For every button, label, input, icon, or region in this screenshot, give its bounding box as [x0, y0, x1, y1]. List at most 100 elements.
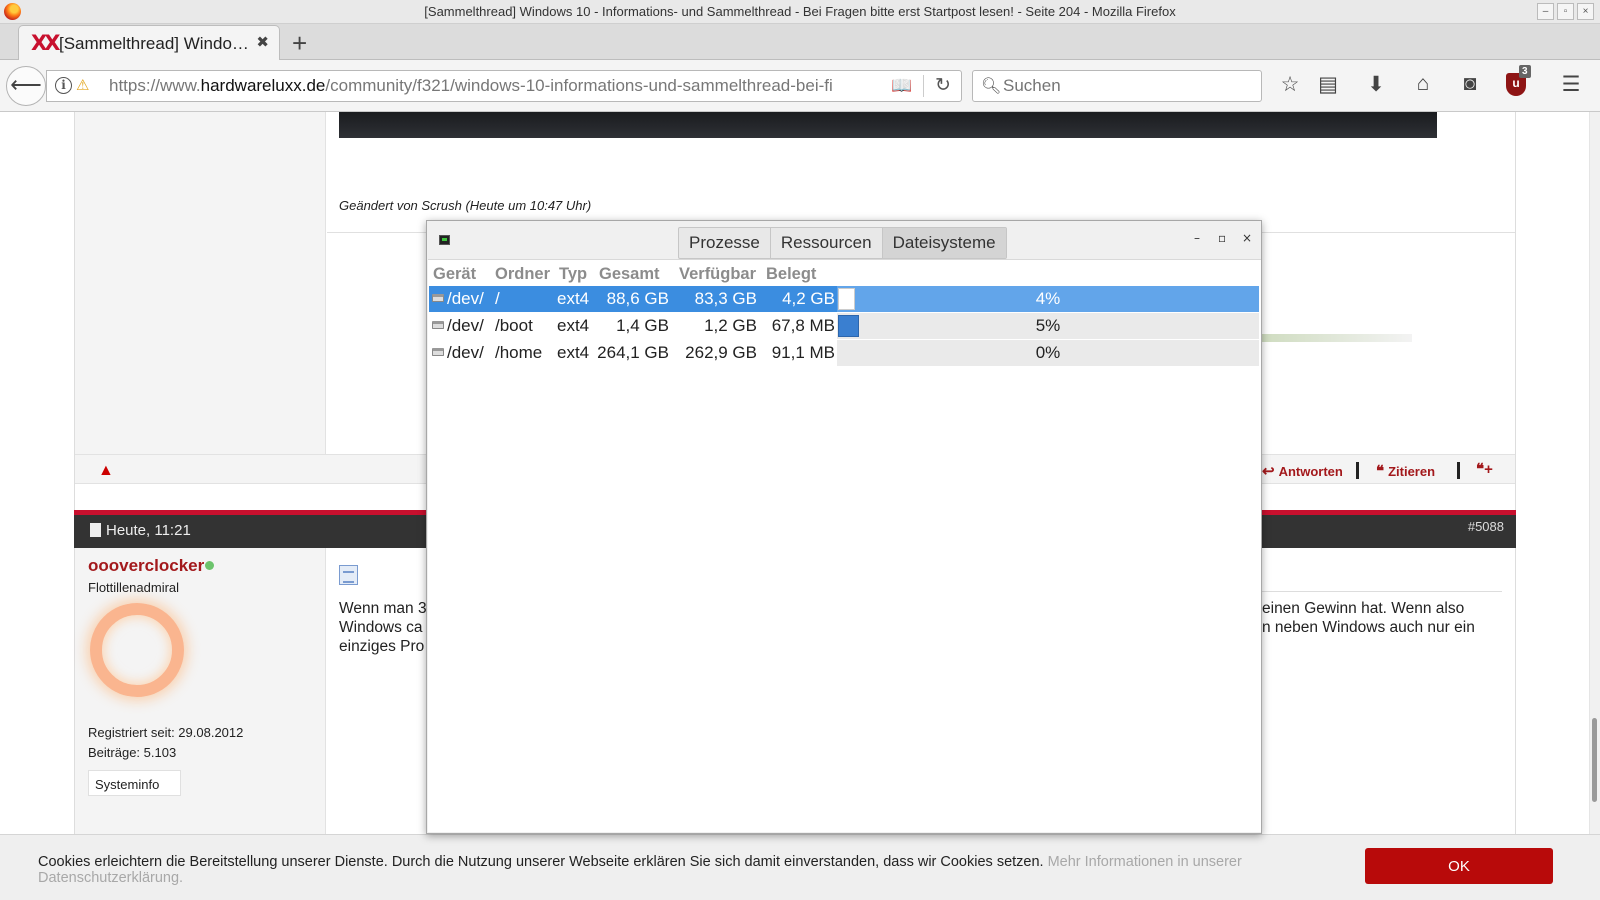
insecure-lock-icon[interactable]: ⚠ — [76, 76, 89, 94]
table-row[interactable]: /dev/ / ext4 88,6 GB 83,3 GB 4,2 GB 4% — [429, 286, 1259, 312]
reader-view-icon[interactable]: 📖 — [891, 76, 912, 96]
url-bar[interactable]: i ⚠ https://www.hardwareluxx.de/communit… — [46, 70, 962, 102]
post-number-link[interactable]: #5088 — [1468, 519, 1504, 534]
cell-folder: / — [495, 289, 500, 308]
registered-since: Registriert seit: 29.08.2012 — [88, 725, 244, 740]
signature-bar — [1262, 334, 1412, 342]
info-icon[interactable]: i — [55, 77, 72, 94]
tab-title: [Sammelthread] Windo… — [59, 34, 249, 53]
back-icon: ⟵ — [10, 72, 42, 97]
monitor-tabbar: Prozesse Ressourcen Dateisysteme — [678, 227, 1007, 259]
cell-used: 91,1 MB — [771, 343, 835, 362]
col-header-used[interactable]: Belegt — [766, 265, 816, 284]
usage-percent: 0% — [1035, 343, 1061, 362]
url-text[interactable]: https://www.hardwareluxx.de/community/f3… — [109, 76, 921, 96]
post-text-line3-left: einziges Pro — [339, 638, 425, 655]
url-separator — [923, 75, 924, 97]
library-icon[interactable]: ▤ — [1314, 72, 1342, 97]
search-bar[interactable]: 🔍︎ — [972, 70, 1262, 102]
bookmark-star-icon[interactable]: ☆ — [1276, 72, 1304, 97]
quote-button[interactable]: ❝ Zitieren — [1376, 462, 1435, 480]
action-separator — [1457, 462, 1460, 479]
maximize-window-button[interactable]: ▫ — [1557, 3, 1574, 20]
col-header-device[interactable]: Gerät — [433, 265, 476, 284]
cell-available: 262,9 GB — [685, 343, 757, 362]
new-tab-button[interactable]: + — [292, 28, 307, 59]
cell-used: 4,2 GB — [782, 289, 835, 308]
cookie-banner: Cookies erleichtern die Bereitstellung u… — [0, 834, 1600, 900]
multiquote-icon: ❝+ — [1476, 461, 1493, 478]
post-changed-note: Geändert von Scrush (Heute um 10:47 Uhr) — [339, 198, 592, 213]
action-separator — [1356, 462, 1359, 479]
minimize-window-button[interactable]: – — [1537, 3, 1554, 20]
hardwareluxx-favicon-icon: XX — [31, 31, 60, 55]
search-input[interactable] — [1003, 75, 1253, 97]
reply-button[interactable]: ↩ Antworten — [1262, 462, 1343, 480]
online-status-icon — [205, 561, 214, 570]
report-post-icon[interactable]: ▲ — [98, 462, 114, 480]
cell-available: 83,3 GB — [694, 289, 757, 308]
table-row[interactable]: /dev/ /home ext4 264,1 GB 262,9 GB 91,1 … — [429, 340, 1259, 366]
drive-icon — [432, 294, 444, 302]
cell-folder: /boot — [495, 316, 533, 335]
cell-device: /dev/ — [447, 343, 484, 362]
close-icon[interactable]: × — [1242, 231, 1252, 245]
col-header-folder[interactable]: Ordner — [495, 265, 550, 284]
avatar[interactable] — [90, 603, 184, 697]
post-count: Beiträge: 5.103 — [88, 745, 177, 760]
cell-type: ext4 — [557, 343, 590, 362]
home-icon[interactable]: ⌂ — [1409, 72, 1437, 96]
quote-label: Zitieren — [1388, 464, 1436, 479]
post-text-line1-left: Wenn man 3 — [339, 600, 427, 617]
table-row[interactable]: /dev/ /boot ext4 1,4 GB 1,2 GB 67,8 MB 5… — [429, 313, 1259, 339]
post-text-line2-right: n neben Windows auch nur ein — [1262, 619, 1475, 636]
post-doc-icon — [90, 523, 101, 537]
col-header-type[interactable]: Typ — [559, 265, 587, 284]
reload-icon[interactable]: ↻ — [935, 74, 951, 97]
maximize-icon[interactable]: ▫ — [1218, 231, 1226, 245]
system-monitor-icon — [439, 235, 450, 245]
reply-label: Antworten — [1278, 464, 1343, 479]
post1-image — [339, 112, 1437, 138]
ublock-icon[interactable]: u3 — [1506, 65, 1531, 96]
cell-total: 1,4 GB — [616, 316, 669, 335]
close-window-button[interactable]: × — [1577, 3, 1594, 20]
url-domain: hardwareluxx.de — [200, 76, 326, 95]
menu-icon[interactable]: ☰ — [1557, 72, 1585, 97]
usage-bar: 4% — [837, 286, 1259, 312]
tab-processes[interactable]: Prozesse — [679, 228, 771, 258]
cell-type: ext4 — [557, 289, 590, 308]
tab-filesystems[interactable]: Dateisysteme — [882, 228, 1006, 258]
cookie-text-block: Cookies erleichtern die Bereitstellung u… — [38, 854, 1328, 886]
post-text-line2-left: Windows ca — [339, 619, 423, 636]
scrollbar-thumb[interactable] — [1592, 718, 1597, 802]
post-text-line1-right: einen Gewinn hat. Wenn also — [1262, 600, 1465, 617]
cell-device: /dev/ — [447, 289, 484, 308]
url-prefix: https://www. — [109, 76, 201, 95]
username-link[interactable]: oooverclocker — [88, 556, 204, 576]
post1-user-panel — [75, 112, 326, 454]
cookie-text: Cookies erleichtern die Bereitstellung u… — [38, 854, 1044, 870]
quote-icon: ❝ — [1376, 463, 1385, 480]
tab-resources[interactable]: Ressourcen — [771, 228, 883, 258]
col-header-total[interactable]: Gesamt — [599, 265, 660, 284]
reply-icon: ↩ — [1262, 463, 1275, 480]
post-document-icon — [339, 565, 358, 585]
usage-bar: 5% — [837, 313, 1259, 339]
cookie-ok-button[interactable]: OK — [1365, 848, 1553, 884]
close-tab-icon[interactable]: ✖ — [256, 33, 269, 51]
filesystem-table: Gerät Ordner Typ Gesamt Verfügbar Belegt… — [428, 259, 1261, 832]
minimize-icon[interactable]: – — [1194, 231, 1200, 245]
window-title: [Sammelthread] Windows 10 - Informations… — [424, 4, 1176, 19]
post-divider — [1262, 591, 1502, 592]
col-header-available[interactable]: Verfügbar — [679, 265, 756, 284]
system-monitor-window: Prozesse Ressourcen Dateisysteme – ▫ × G… — [426, 220, 1262, 834]
pocket-icon[interactable]: ◙ — [1456, 72, 1484, 96]
download-icon[interactable]: ⬇ — [1362, 72, 1390, 97]
page-scrollbar[interactable] — [1589, 112, 1600, 834]
browser-tab[interactable]: XX [Sammelthread] Windo… ✖ — [18, 25, 280, 61]
window-titlebar: [Sammelthread] Windows 10 - Informations… — [0, 0, 1600, 24]
systeminfo-button[interactable]: Systeminfo — [88, 770, 181, 796]
multiquote-button[interactable]: ❝+ — [1476, 460, 1497, 478]
back-button[interactable]: ⟵ — [6, 66, 46, 106]
